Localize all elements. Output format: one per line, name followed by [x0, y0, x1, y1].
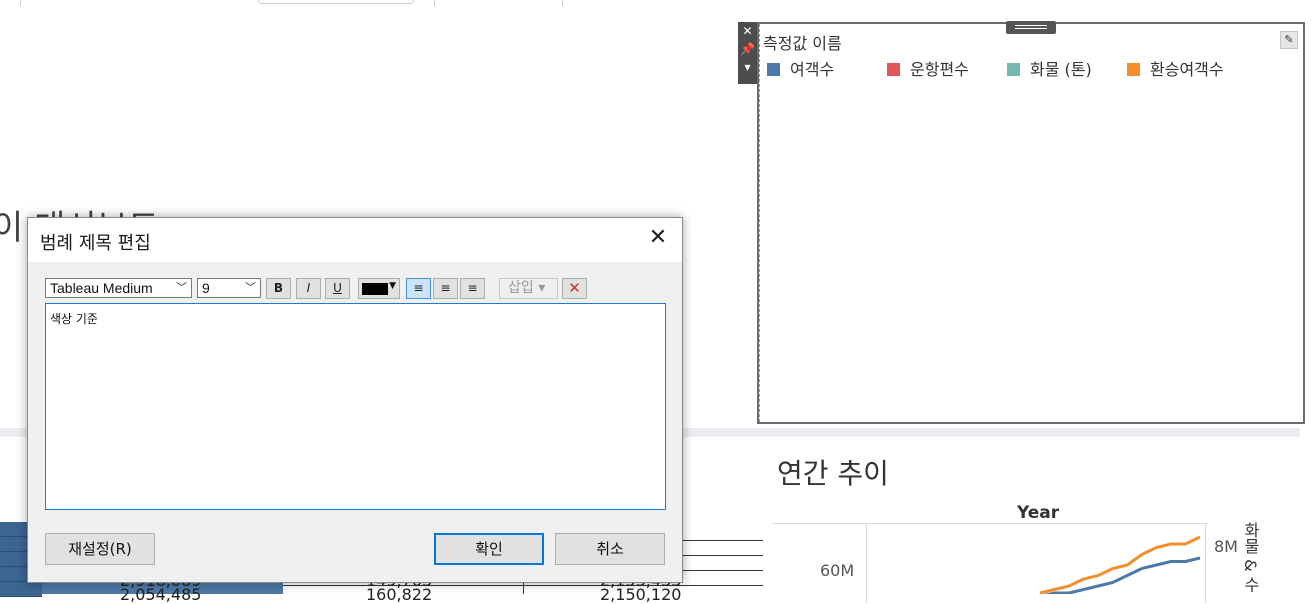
table-cell: 2,054,485	[120, 585, 202, 604]
color-swatch	[362, 283, 388, 295]
align-center-icon[interactable]: ≡	[433, 278, 458, 299]
dialog-titlebar: 범례 제목 편집 ✕	[28, 218, 682, 262]
align-right-icon[interactable]: ≡	[460, 278, 485, 299]
table-cell: 160,822	[366, 585, 433, 604]
underline-button[interactable]: U	[325, 278, 350, 299]
table-cell: 2,150,120	[600, 585, 682, 604]
italic-button[interactable]: I	[296, 278, 321, 299]
text-color-button[interactable]: ▼	[358, 278, 400, 299]
insert-label: 삽입	[508, 280, 534, 296]
chevron-down-icon: ﹀	[176, 282, 187, 294]
close-icon[interactable]: ✕	[648, 227, 668, 249]
dialog-title: 범례 제목 편집	[40, 233, 151, 254]
bold-button[interactable]: B	[266, 278, 291, 299]
delete-x-icon[interactable]: ✕	[562, 278, 587, 299]
reset-button[interactable]: 재설정(R)	[45, 533, 155, 565]
editor-text: 색상 기준	[50, 312, 98, 326]
table-cell	[0, 582, 42, 597]
title-text-editor[interactable]: 색상 기준	[45, 303, 666, 510]
font-family-select[interactable]: Tableau Medium ﹀	[45, 278, 192, 298]
font-size-value: 9	[202, 280, 210, 296]
edit-legend-title-dialog: 범례 제목 편집 ✕ Tableau Medium ﹀ 9 ﹀ B I U ▼ …	[27, 217, 683, 583]
align-left-icon[interactable]: ≡	[406, 278, 431, 299]
chevron-down-icon: ﹀	[245, 282, 256, 294]
chevron-down-icon: ▼	[389, 281, 396, 291]
insert-button[interactable]: 삽입 ▾	[499, 278, 558, 299]
font-family-value: Tableau Medium	[50, 280, 153, 296]
series-line	[1039, 535, 1201, 594]
ok-button[interactable]: 확인	[434, 533, 544, 565]
font-size-select[interactable]: 9 ﹀	[197, 278, 261, 298]
cancel-button[interactable]: 취소	[555, 533, 665, 565]
